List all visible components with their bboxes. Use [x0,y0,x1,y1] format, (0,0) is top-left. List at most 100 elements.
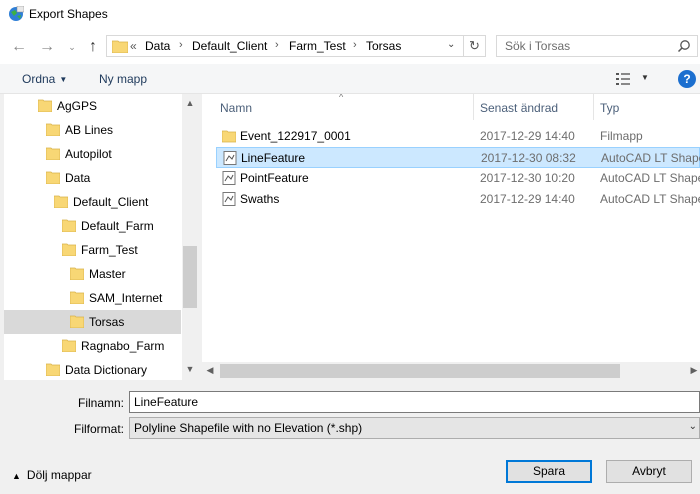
tree-item-data-dictionary[interactable]: Data Dictionary [4,358,181,380]
sort-ascending-icon: ^ [339,94,344,102]
help-icon[interactable]: ? [678,70,696,88]
save-button[interactable]: Spara [506,460,592,483]
tree-item-ab-lines[interactable]: AB Lines [4,118,181,142]
refresh-icon[interactable]: ↻ [464,35,486,57]
breadcrumb-data[interactable]: Data [145,39,170,53]
column-header-type[interactable]: Typ [600,101,619,115]
file-modified: 2017-12-30 10:20 [480,171,575,185]
scrollbar-thumb[interactable] [183,246,197,308]
file-name: Swaths [240,192,280,206]
tree-item-torsas[interactable]: Torsas [4,310,181,334]
scroll-left-icon[interactable]: ◀ [202,365,218,376]
tree-item-aggps[interactable]: AgGPS [4,94,181,118]
file-row-swaths[interactable]: Swaths 2017-12-29 14:40 AutoCAD LT Shape [216,189,700,210]
folder-icon [70,267,84,280]
file-list[interactable]: ^ Namn Senast ändrad Typ Event_122917_00… [202,94,700,380]
search-icon[interactable] [677,39,691,53]
organize-button[interactable]: Ordna ▼ [22,72,67,86]
file-modified: 2017-12-29 14:40 [480,192,575,206]
tree-item-sam-internet[interactable]: SAM_Internet [4,286,181,310]
tree-item-label: Master [89,267,126,281]
command-toolbar: Ordna ▼ Ny mapp ▼ ? [0,64,700,94]
tree-item-ragnabo-farm[interactable]: Ragnabo_Farm [4,334,181,358]
navigation-pane[interactable]: AgGPS AB Lines Autopilot Data Default_Cl… [4,94,198,380]
folder-icon [70,315,84,328]
tree-item-label: Torsas [89,315,125,329]
column-header-modified[interactable]: Senast ändrad [480,101,558,115]
search-input[interactable]: Sök i Torsas [496,35,698,57]
window-title: Export Shapes [29,7,108,21]
folder-icon [46,123,60,136]
globe-app-icon [9,6,24,21]
search-placeholder: Sök i Torsas [505,39,571,53]
breadcrumb-separator[interactable]: › [275,39,279,51]
tree-item-default-client[interactable]: Default_Client [4,190,181,214]
file-modified: 2017-12-30 08:32 [481,151,576,165]
title-bar: Export Shapes [0,0,700,30]
tree-item-label: Farm_Test [81,243,138,257]
address-dropdown-icon[interactable]: ⌄ [447,39,455,50]
tree-item-master[interactable]: Master [4,262,181,286]
tree-item-default-farm[interactable]: Default_Farm [4,214,181,238]
new-folder-button[interactable]: Ny mapp [99,72,147,86]
scroll-right-icon[interactable]: ▶ [686,365,700,376]
breadcrumb-torsas[interactable]: Torsas [366,39,401,53]
folder-icon [54,195,68,208]
folder-icon [62,339,76,352]
file-format-select[interactable]: Polyline Shapefile with no Elevation (*.… [129,417,700,439]
tree-item-data[interactable]: Data [4,166,181,190]
folder-icon [70,291,84,304]
file-name: Event_122917_0001 [240,129,351,143]
tree-item-label: Default_Farm [81,219,154,233]
tree-item-label: Data [65,171,91,185]
view-options-icon[interactable] [615,72,631,86]
filename-label: Filnamn: [78,396,125,410]
breadcrumb-separator[interactable]: › [179,39,183,51]
address-overflow[interactable]: « [130,39,137,53]
tree-item-farm-test[interactable]: Farm_Test [4,238,181,262]
file-name: PointFeature [240,171,309,185]
chevron-down-icon: ▼ [59,75,68,84]
file-row-pointfeature[interactable]: PointFeature 2017-12-30 10:20 AutoCAD LT… [216,168,700,189]
back-arrow-icon[interactable]: ← [10,38,28,56]
column-divider[interactable] [593,94,594,120]
navigation-scrollbar[interactable]: ▲ ▼ [182,94,198,380]
file-type: AutoCAD LT Shape [600,192,700,206]
cancel-button[interactable]: Avbryt [606,460,692,483]
folder-icon [112,40,128,53]
tree-item-label: SAM_Internet [89,291,163,305]
file-modified: 2017-12-29 14:40 [480,129,575,143]
column-divider[interactable] [473,94,474,120]
folder-icon [46,363,60,376]
scroll-up-icon[interactable]: ▲ [182,98,198,108]
scrollbar-thumb[interactable] [220,364,620,378]
shape-file-icon [222,192,236,206]
file-row-linefeature[interactable]: LineFeature 2017-12-30 08:32 AutoCAD LT … [216,147,700,168]
file-format-value: Polyline Shapefile with no Elevation (*.… [134,421,363,435]
file-type: AutoCAD LT Shape [601,151,700,165]
address-bar[interactable]: « Data › Default_Client › Farm_Test › To… [106,35,464,57]
breadcrumb-default-client[interactable]: Default_Client [192,39,267,53]
hide-folders-button[interactable]: ▲ Dölj mappar [12,468,92,482]
up-arrow-icon[interactable]: ↑ [84,38,102,56]
folder-icon [46,147,60,160]
column-header-name[interactable]: Namn [220,101,252,115]
tree-item-label: Autopilot [65,147,112,161]
breadcrumb-separator[interactable]: › [353,39,357,51]
scroll-down-icon[interactable]: ▼ [182,364,198,374]
filename-input[interactable] [129,391,700,413]
breadcrumb-farm-test[interactable]: Farm_Test [289,39,346,53]
folder-icon [38,99,52,112]
chevron-down-icon[interactable]: ⌄ [63,38,81,56]
tree-item-label: AgGPS [57,99,98,113]
horizontal-scrollbar[interactable]: ◀ ▶ [202,362,700,380]
file-type: Filmapp [600,129,643,143]
shape-file-icon [223,151,237,165]
view-dropdown-icon[interactable]: ▼ [641,73,649,82]
file-type: AutoCAD LT Shape [600,171,700,185]
organize-label: Ordna [22,72,56,86]
forward-arrow-icon[interactable]: → [38,38,56,56]
file-row-event-122917-0001[interactable]: Event_122917_0001 2017-12-29 14:40 Filma… [216,126,700,147]
folder-icon [62,219,76,232]
tree-item-autopilot[interactable]: Autopilot [4,142,181,166]
